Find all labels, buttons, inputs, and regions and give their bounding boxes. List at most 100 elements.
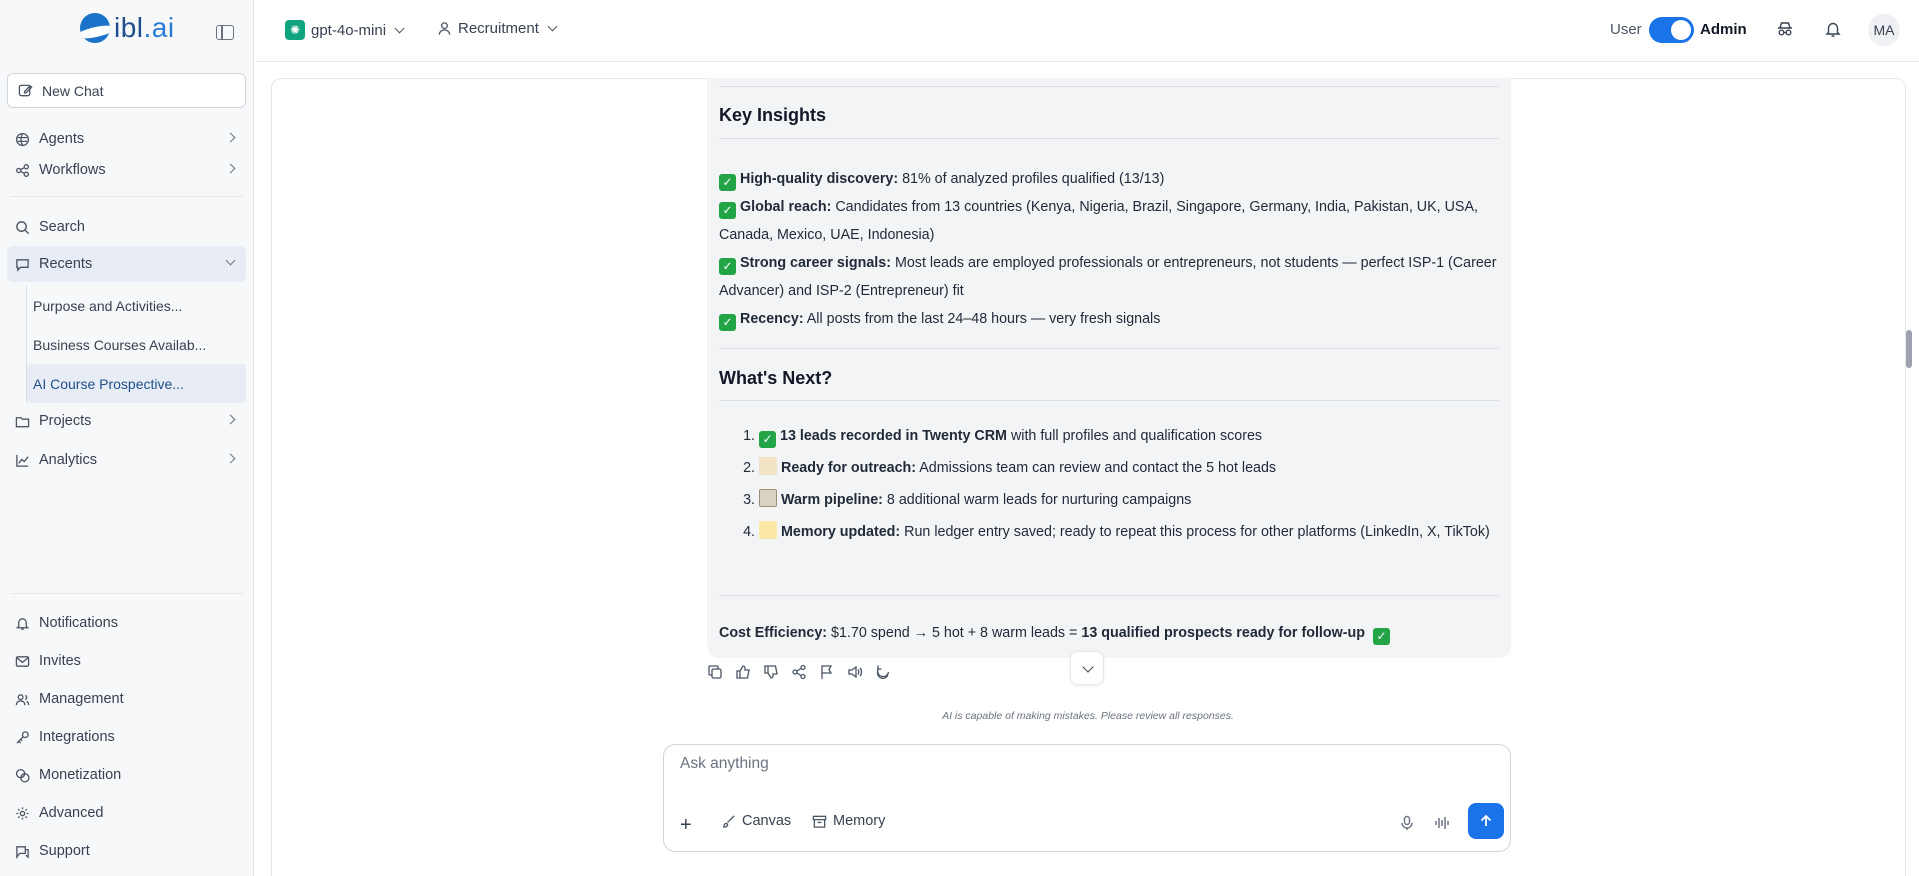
divider [719, 400, 1499, 401]
canvas-button[interactable]: Canvas [721, 813, 791, 829]
sidebar-item-search[interactable]: Search [7, 209, 246, 245]
agents-icon [15, 132, 30, 147]
agent-selector[interactable]: Recruitment [437, 20, 558, 37]
check-icon: ✓ [719, 174, 736, 191]
sidebar-item-label: Projects [39, 413, 92, 429]
flag-icon[interactable] [819, 664, 835, 680]
sidebar-item-label: Monetization [39, 767, 122, 783]
incognito-icon[interactable] [1776, 20, 1794, 38]
memory-button[interactable]: Memory [812, 813, 885, 829]
search-icon [15, 220, 30, 235]
chat-input[interactable] [680, 755, 1480, 773]
sidebar-item-advanced[interactable]: Advanced [7, 795, 246, 831]
regenerate-icon[interactable] [875, 664, 891, 680]
topbar: ✺ gpt-4o-mini Recruitment User Admin MA [255, 0, 1919, 62]
disclaimer-text: AI is capable of making mistakes. Please… [942, 710, 1234, 722]
logo-suffix: .ai [143, 12, 175, 43]
sidebar-item-label: Analytics [39, 452, 98, 468]
chevron-right-icon [225, 414, 236, 425]
step-label: 13 leads recorded in Twenty CRM [780, 428, 1007, 444]
ibl-logo[interactable]: ibl.ai [80, 12, 175, 44]
sidebar-item-projects[interactable]: Projects [7, 403, 246, 439]
microphone-icon[interactable] [1399, 815, 1415, 836]
chevron-right-icon [225, 132, 236, 143]
sidebar: ibl.ai New Chat Agents Workflows Search … [0, 0, 254, 876]
cost-summary: Cost Efficiency: $1.70 spend → 5 hot + 8… [719, 619, 1499, 647]
users-icon [15, 692, 30, 707]
send-button[interactable] [1468, 803, 1504, 839]
plus-icon[interactable]: + [680, 815, 692, 835]
recent-chat-item[interactable]: Business Courses Availab... [27, 325, 246, 364]
step-text: Run ledger entry saved; ready to repeat … [900, 524, 1490, 540]
sidebar-item-monetization[interactable]: Monetization [7, 757, 246, 793]
sidebar-item-invites[interactable]: Invites [7, 643, 246, 679]
support-icon [15, 844, 30, 859]
divider [10, 593, 244, 594]
avatar[interactable]: MA [1868, 14, 1900, 46]
user-icon [437, 21, 452, 36]
recent-chat-item-active[interactable]: AI Course Prospective... [27, 364, 246, 403]
scrollbar-thumb[interactable] [1906, 330, 1912, 368]
sidebar-item-management[interactable]: Management [7, 681, 246, 717]
copy-icon[interactable] [707, 664, 723, 680]
step-label: Warm pipeline: [781, 492, 883, 508]
workflow-icon [15, 163, 30, 178]
model-selector[interactable]: ✺ gpt-4o-mini [285, 20, 405, 40]
list-item: Memory updated: Run ledger entry saved; … [759, 520, 1499, 544]
recent-chat-item[interactable]: Purpose and Activities... [27, 286, 246, 325]
model-name: gpt-4o-mini [311, 21, 387, 39]
mail-icon [15, 654, 30, 669]
sidebar-item-label: Advanced [39, 805, 104, 821]
chat-bubble-icon [15, 257, 30, 272]
insight-item: ✓ Global reach: Candidates from 13 countr… [719, 193, 1499, 249]
share-icon[interactable] [791, 664, 807, 680]
divider [719, 595, 1499, 596]
voice-wave-icon[interactable] [1434, 815, 1450, 836]
step-label: Memory updated: [781, 524, 901, 540]
user-admin-toggle[interactable] [1649, 17, 1694, 43]
admin-mode-label: Admin [1700, 21, 1747, 38]
check-icon: ✓ [759, 431, 776, 448]
sidebar-item-support[interactable]: Support [7, 833, 246, 869]
sidebar-item-label: Agents [39, 131, 85, 147]
sidebar-item-integrations[interactable]: Integrations [7, 719, 246, 755]
sidebar-item-label: Search [39, 219, 85, 235]
user-mode-label: User [1610, 21, 1642, 38]
sidebar-item-analytics[interactable]: Analytics [7, 442, 246, 478]
speaker-icon[interactable] [847, 664, 863, 680]
chat-composer: + Canvas Memory [663, 744, 1511, 852]
scroll-to-bottom-button[interactable] [1070, 651, 1104, 685]
chevron-down-icon [547, 21, 558, 32]
check-icon: ✓ [1372, 628, 1390, 645]
bell-icon[interactable] [1824, 20, 1842, 38]
insight-text: 81% of analyzed profiles qualified (13/1… [898, 171, 1165, 187]
assistant-message: Key Insights ✓ High-quality discovery: 81… [707, 78, 1511, 658]
thumbs-up-icon[interactable] [735, 664, 751, 680]
arrow-up-icon [1480, 814, 1492, 826]
sidebar-item-notifications[interactable]: Notifications [7, 605, 246, 641]
sidebar-toggle-icon[interactable] [216, 25, 234, 40]
logo-text: ibl [114, 12, 144, 43]
step-text: Admissions team can review and contact t… [916, 460, 1277, 476]
sidebar-item-recents[interactable]: Recents [7, 246, 246, 282]
cost-text: $1.70 spend → 5 hot + 8 warm leads = [827, 625, 1082, 641]
step-text: with full profiles and qualification sco… [1006, 428, 1263, 444]
sidebar-item-label: Management [39, 691, 124, 707]
check-icon: ✓ [719, 314, 736, 331]
logo-mark-icon [80, 13, 110, 43]
cost-highlight: 13 qualified prospects ready for follow-… [1081, 625, 1365, 641]
folder-icon [15, 414, 30, 429]
thumbs-down-icon[interactable] [763, 664, 779, 680]
brush-icon [721, 814, 736, 829]
edit-icon [18, 83, 33, 98]
new-chat-button[interactable]: New Chat [7, 73, 246, 108]
sidebar-item-workflows[interactable]: Workflows [7, 152, 246, 188]
archive-icon [812, 814, 827, 829]
insight-label: Strong career signals: [740, 255, 891, 271]
insight-text: Candidates from 13 countries (Kenya, Nig… [719, 199, 1478, 243]
sidebar-item-label: Support [39, 843, 90, 859]
memory-label: Memory [833, 813, 886, 829]
divider [10, 196, 244, 197]
insight-label: Global reach: [740, 199, 832, 215]
key-icon [15, 730, 30, 745]
